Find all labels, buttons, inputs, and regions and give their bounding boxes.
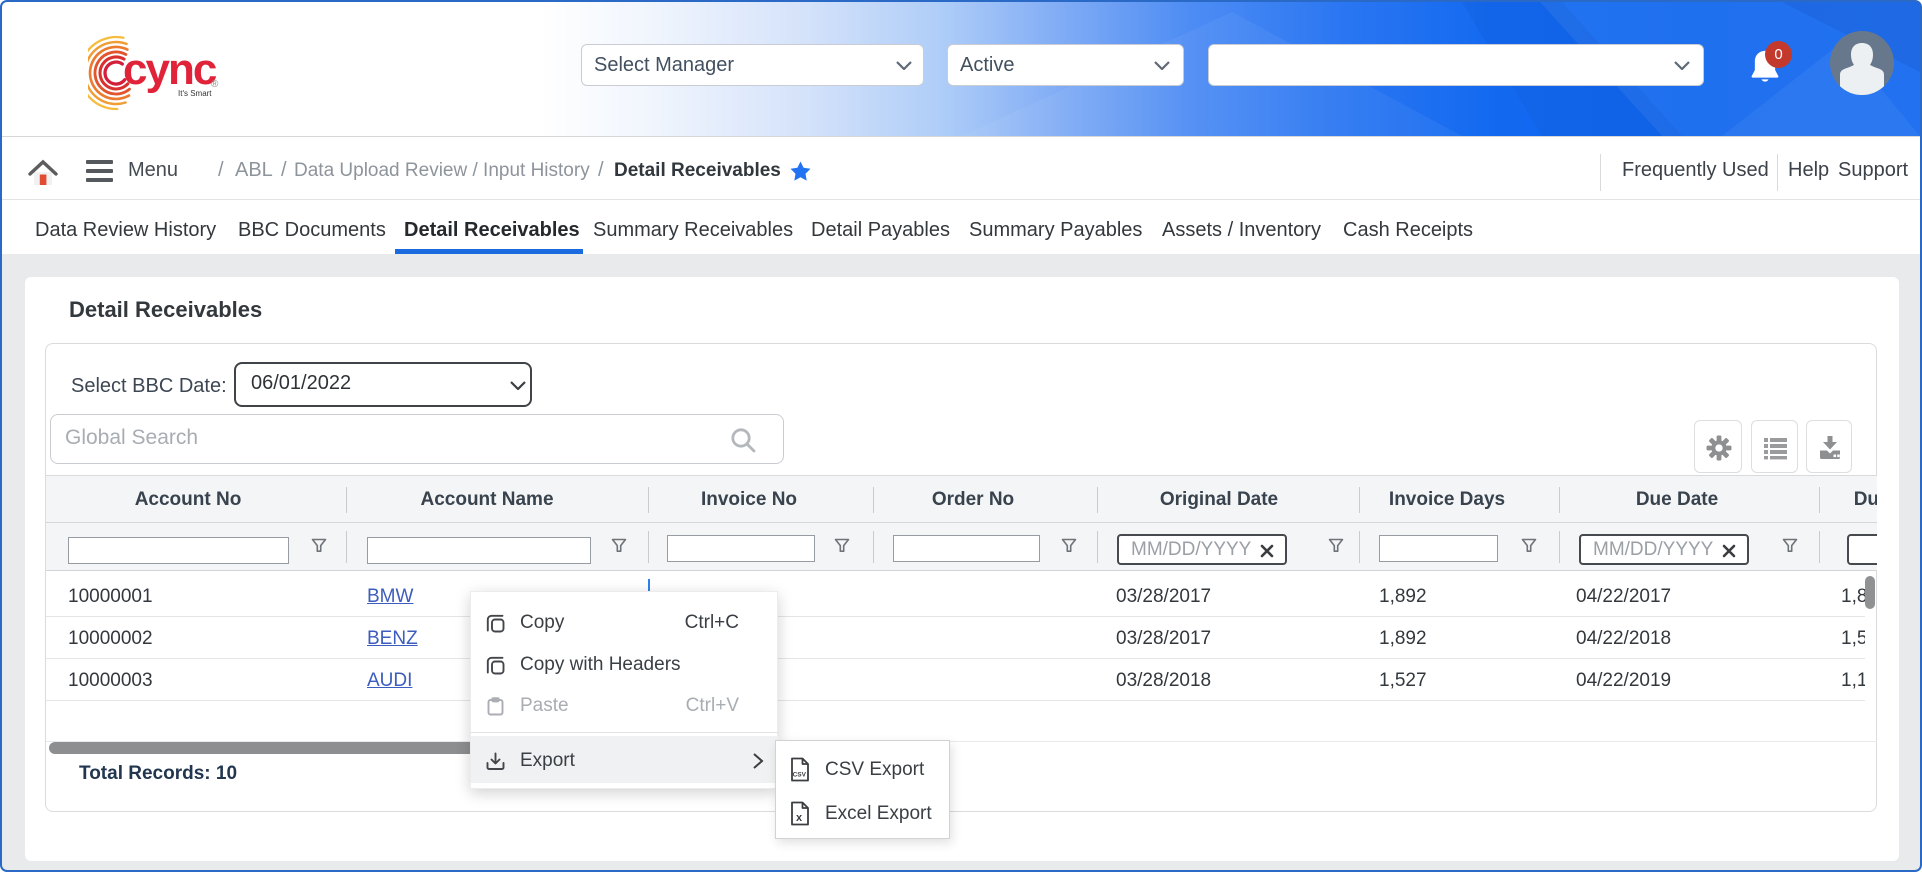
svg-text:cync: cync (123, 45, 217, 94)
svg-text:CSV: CSV (793, 772, 807, 779)
svg-text:x: x (796, 812, 803, 824)
svg-text:®: ® (211, 79, 219, 90)
svg-text:It's Smart: It's Smart (178, 89, 212, 98)
